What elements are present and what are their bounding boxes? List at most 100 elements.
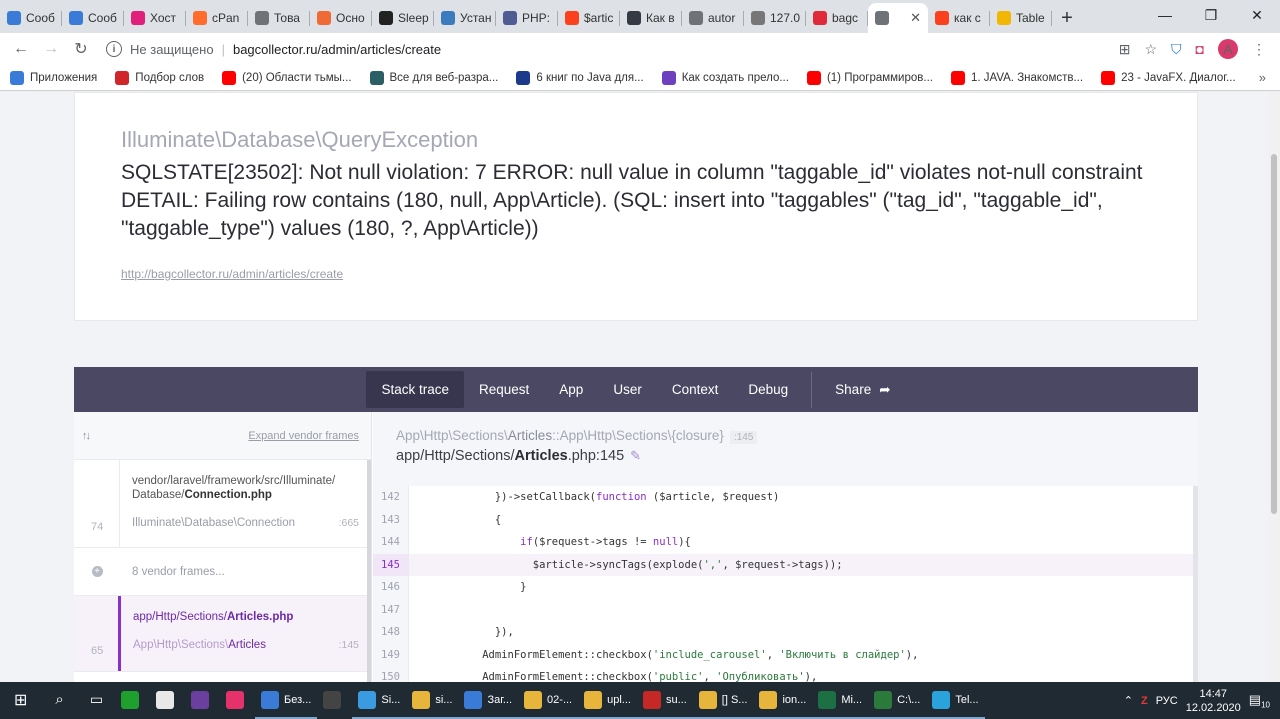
tab-title: autor xyxy=(708,11,736,25)
browser-tab[interactable]: как с xyxy=(928,3,990,33)
search-button[interactable]: ⌕ xyxy=(41,682,77,719)
clock[interactable]: 14:47 12.02.2020 xyxy=(1186,687,1241,715)
frame-body: vendor/laravel/framework/src/Illuminate/… xyxy=(120,460,371,547)
bookmark-item[interactable]: 6 книг по Java для... xyxy=(516,70,644,85)
taskbar-app[interactable]: ion... xyxy=(753,682,813,719)
frames-scrollbar[interactable] xyxy=(367,460,371,682)
maximize-button[interactable]: ❐ xyxy=(1188,0,1234,30)
plus-cell: + xyxy=(74,566,120,577)
frame-item[interactable]: 74 vendor/laravel/framework/src/Illumina… xyxy=(74,460,371,548)
url-text[interactable]: bagcollector.ru/admin/articles/create xyxy=(233,42,441,57)
browser-tab[interactable]: Сооб xyxy=(62,3,124,33)
page-scrollbar[interactable] xyxy=(1268,92,1280,682)
browser-tab[interactable]: ✕ xyxy=(868,3,928,33)
bookmark-item[interactable]: 23 - JavaFX. Диалог... xyxy=(1101,70,1236,85)
tab-title: Това xyxy=(274,11,300,25)
tab-debug[interactable]: Debug xyxy=(733,371,803,408)
browser-tab[interactable]: Устан xyxy=(434,3,496,33)
taskbar-app[interactable] xyxy=(185,682,220,719)
star-icon[interactable]: ☆ xyxy=(1144,41,1157,58)
browser-tab[interactable]: Sleep xyxy=(372,3,434,33)
browser-tab[interactable]: cPan xyxy=(186,3,248,33)
vendor-frames-toggle[interactable]: + 8 vendor frames... xyxy=(74,548,371,596)
frame-item-selected[interactable]: 65 app/Http/Sections/Articles.php App\Ht… xyxy=(74,596,371,672)
browser-tab[interactable]: bagc xyxy=(806,3,868,33)
taskbar-app[interactable]: Tel... xyxy=(926,682,985,719)
code-scrollbar[interactable] xyxy=(1193,486,1198,682)
taskbar-app[interactable]: C:\... xyxy=(868,682,927,719)
pocket-extension-icon[interactable]: ◘ xyxy=(1196,41,1204,57)
tab-context[interactable]: Context xyxy=(657,371,734,408)
bookmark-item[interactable]: Все для веб-разра... xyxy=(369,70,498,85)
avatar[interactable]: A xyxy=(1218,39,1238,59)
taskbar-app[interactable] xyxy=(115,682,150,719)
close-window-button[interactable]: ✕ xyxy=(1234,0,1280,30)
browser-tab[interactable]: autor xyxy=(682,3,744,33)
browser-tab[interactable]: Сооб xyxy=(0,3,62,33)
phpstorm-icon xyxy=(191,690,210,709)
scroll-thumb[interactable] xyxy=(1271,154,1277,514)
taskbar-app[interactable] xyxy=(220,682,255,719)
browser-tab[interactable]: Как в xyxy=(620,3,682,33)
expand-vendor-frames-button[interactable]: Expand vendor frames xyxy=(248,430,359,442)
taskbar-app[interactable]: [] S... xyxy=(692,682,754,719)
taskbar-app[interactable] xyxy=(317,682,352,719)
browser-tab[interactable]: $artic xyxy=(558,3,620,33)
sort-arrows-icon[interactable]: ↑↓ xyxy=(82,430,91,442)
chevron-up-icon[interactable]: ⌃ xyxy=(1124,694,1133,707)
taskbar-app[interactable]: su... xyxy=(636,682,693,719)
translate-icon[interactable]: ⊞ xyxy=(1119,41,1131,58)
browser-tab[interactable]: Хост xyxy=(124,3,186,33)
tab-user[interactable]: User xyxy=(598,371,657,408)
reload-button[interactable]: ↻ xyxy=(66,39,96,59)
more-bookmarks-icon[interactable]: » xyxy=(1259,70,1266,85)
globe-icon xyxy=(689,11,703,25)
taskbar-app[interactable]: Mi... xyxy=(812,682,869,719)
task-view-button[interactable]: ▭ xyxy=(78,682,115,719)
browser-tab[interactable]: Това xyxy=(248,3,310,33)
taskbar-app[interactable]: Без... xyxy=(255,682,318,719)
request-url-link[interactable]: http://bagcollector.ru/admin/articles/cr… xyxy=(121,267,1151,281)
new-tab-button[interactable]: + xyxy=(1052,3,1082,33)
info-icon[interactable]: i xyxy=(106,41,122,57)
browser-tab[interactable]: PHP: xyxy=(496,3,558,33)
forward-button[interactable]: → xyxy=(36,40,66,58)
filezilla-tray-icon[interactable]: Z xyxy=(1141,695,1148,707)
pencil-icon[interactable]: ✎ xyxy=(630,448,641,463)
taskbar-app[interactable]: Заг... xyxy=(458,682,519,719)
taskbar-app-label: [] S... xyxy=(721,693,748,706)
tab-stack-trace[interactable]: Stack trace xyxy=(366,371,464,408)
bookmark-item[interactable]: (20) Области тьмы... xyxy=(222,70,352,85)
windows-icon: ⊞ xyxy=(14,691,28,709)
start-button[interactable]: ⊞ xyxy=(0,682,41,719)
taskbar-app[interactable]: upl... xyxy=(578,682,637,719)
taskbar-app[interactable]: 02-... xyxy=(518,682,579,719)
share-arrow-icon: ➦ xyxy=(879,381,891,397)
share-button[interactable]: Share ➦ xyxy=(820,371,905,408)
taskbar-app[interactable]: Si... xyxy=(352,682,407,719)
language-indicator[interactable]: РУС xyxy=(1156,695,1178,707)
apps-bookmark[interactable]: Приложения xyxy=(10,70,97,85)
browser-tab[interactable]: 127.0 xyxy=(744,3,806,33)
bookmark-item[interactable]: 1. JAVA. Знакомств... xyxy=(950,70,1083,85)
bookmark-item[interactable]: Подбор слов xyxy=(115,70,204,85)
minimize-button[interactable]: — xyxy=(1142,0,1188,30)
notifications-icon[interactable]: ▤10 xyxy=(1249,692,1270,710)
bookmark-item[interactable]: (1) Программиров... xyxy=(806,70,933,85)
address-bar[interactable]: i Не защищено | bagcollector.ru/admin/ar… xyxy=(106,41,1066,57)
tab-request[interactable]: Request xyxy=(464,371,544,408)
back-button[interactable]: ← xyxy=(6,40,36,58)
globe-icon xyxy=(255,11,269,25)
exception-class: Illuminate\Database\QueryException xyxy=(121,127,479,152)
menu-icon[interactable]: ⋮ xyxy=(1252,41,1266,58)
browser-tab[interactable]: Осно xyxy=(310,3,372,33)
taskbar-app[interactable]: si... xyxy=(406,682,459,719)
browser-tab[interactable]: Table xyxy=(990,3,1052,33)
bookmark-item[interactable]: Как создать прело... xyxy=(661,70,789,85)
tab-app[interactable]: App xyxy=(544,371,598,408)
code-line: 143 { xyxy=(373,508,1193,531)
close-tab-icon[interactable]: ✕ xyxy=(910,10,921,26)
shield-extension-icon[interactable]: ⛉ xyxy=(1171,41,1182,58)
taskbar-app[interactable] xyxy=(150,682,185,719)
tab-title: Сооб xyxy=(26,11,55,25)
